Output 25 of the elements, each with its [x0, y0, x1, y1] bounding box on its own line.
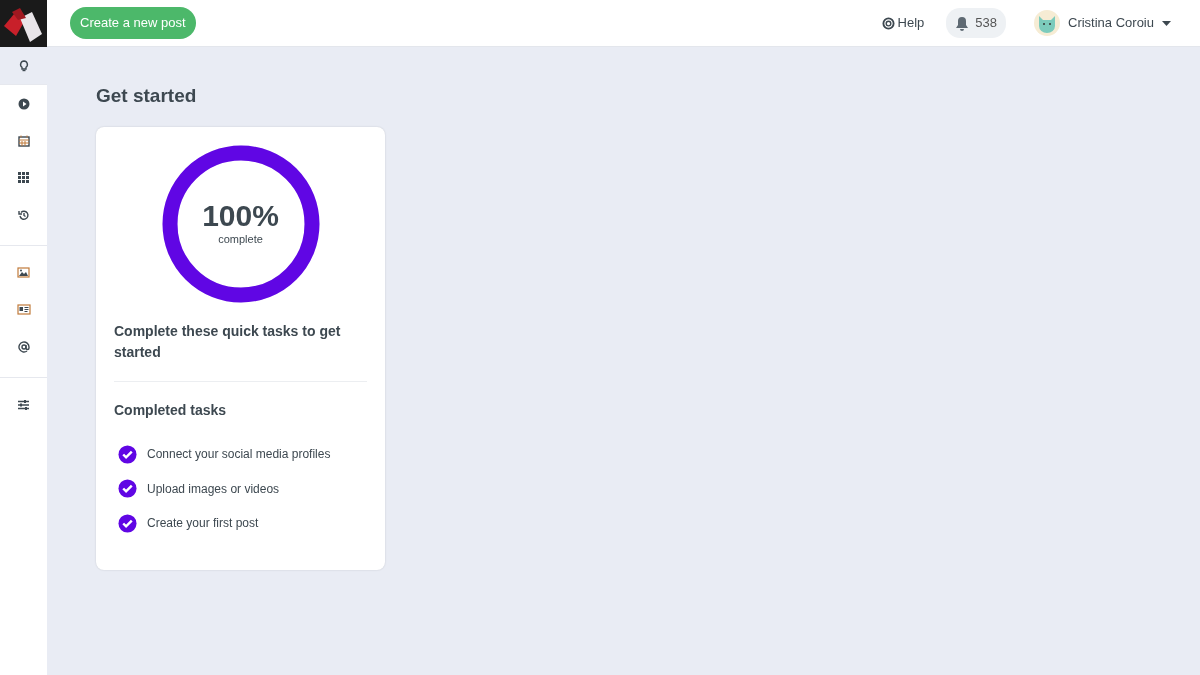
- avatar-icon: [1034, 10, 1060, 36]
- tasks-heading: Completed tasks: [114, 400, 228, 420]
- percent-caption: complete: [218, 231, 263, 247]
- notifications-button[interactable]: 538: [946, 8, 1006, 38]
- grid-icon: [17, 171, 30, 184]
- task-label: Connect your social media profiles: [147, 446, 331, 464]
- task-label: Create your first post: [147, 515, 259, 533]
- lightbulb-icon: [17, 59, 30, 72]
- help-link[interactable]: Help: [881, 13, 925, 33]
- task-label: Upload images or videos: [147, 480, 280, 498]
- id-card-icon: [16, 304, 31, 315]
- history-icon: [17, 208, 30, 221]
- help-icon: [881, 16, 895, 30]
- page-title: Get started: [96, 85, 198, 108]
- intro-text: Complete these quick tasks to get started: [114, 320, 367, 382]
- caret-icon: [1162, 20, 1171, 26]
- user-menu[interactable]: Cristina Coroiu: [1028, 9, 1177, 37]
- play-icon: [17, 97, 30, 110]
- calendar-icon: [17, 134, 30, 147]
- image-icon: [17, 267, 30, 278]
- at-sign-icon: [17, 340, 30, 353]
- bell-icon: [955, 15, 970, 31]
- percent-value: 100%: [202, 200, 279, 231]
- logo[interactable]: [0, 0, 47, 47]
- sliders-icon: [17, 398, 30, 411]
